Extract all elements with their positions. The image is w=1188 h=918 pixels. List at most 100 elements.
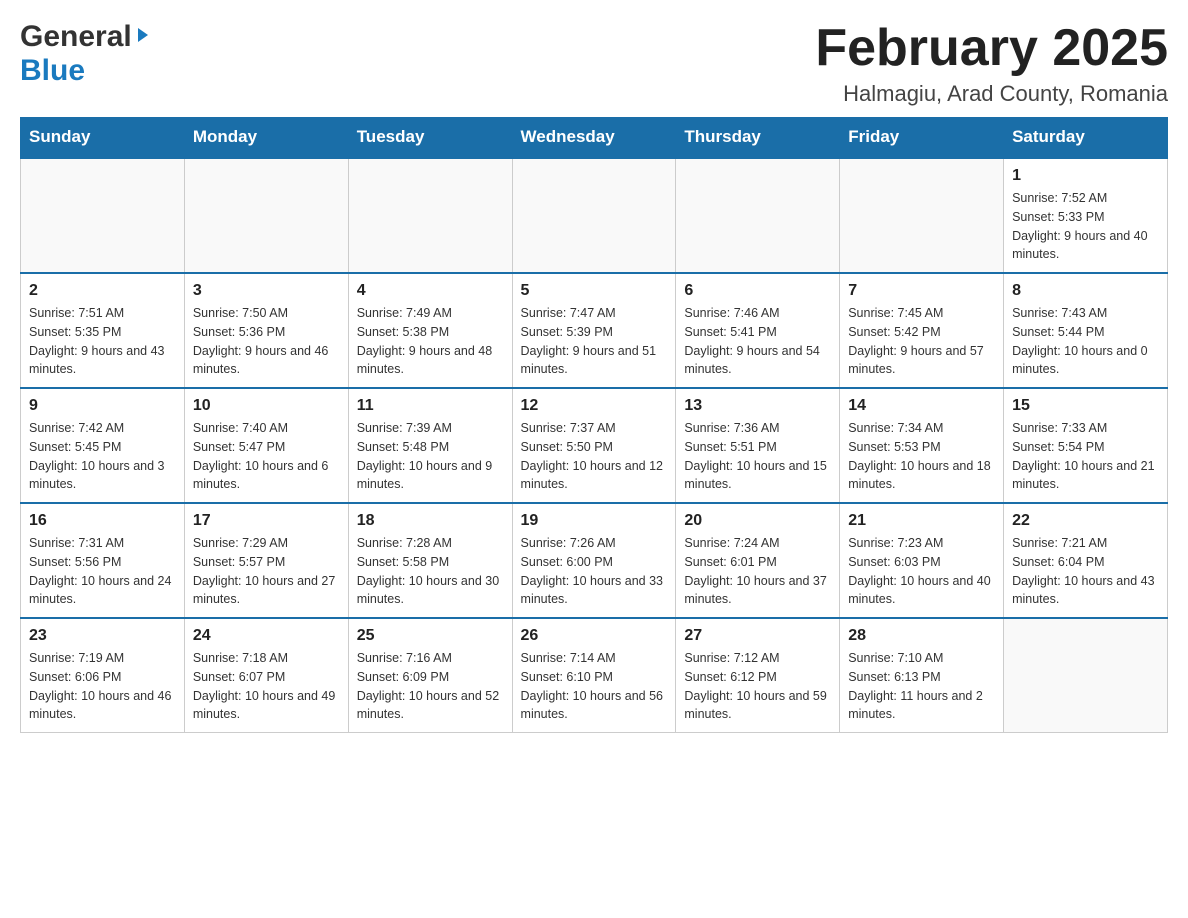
day-number: 14 [848, 397, 995, 415]
calendar-cell: 8 Sunrise: 7:43 AMSunset: 5:44 PMDaylight… [1004, 273, 1168, 388]
day-info: Sunrise: 7:31 AMSunset: 5:56 PMDaylight:… [29, 534, 176, 609]
day-info: Sunrise: 7:51 AMSunset: 5:35 PMDaylight:… [29, 304, 176, 379]
calendar-week-5: 23Sunrise: 7:19 AMSunset: 6:06 PMDayligh… [21, 618, 1168, 733]
day-number: 7 [848, 282, 995, 300]
day-number: 21 [848, 512, 995, 530]
calendar-cell: 5 Sunrise: 7:47 AMSunset: 5:39 PMDaylight… [512, 273, 676, 388]
day-info: Sunrise: 7:39 AMSunset: 5:48 PMDaylight:… [357, 419, 504, 494]
calendar-subtitle: Halmagiu, Arad County, Romania [815, 81, 1168, 107]
day-info: Sunrise: 7:23 AMSunset: 6:03 PMDaylight:… [848, 534, 995, 609]
calendar-cell: 6Sunrise: 7:46 AMSunset: 5:41 PMDaylight… [676, 273, 840, 388]
day-info: Sunrise: 7:18 AMSunset: 6:07 PMDaylight:… [193, 649, 340, 724]
day-info: Sunrise: 7:36 AMSunset: 5:51 PMDaylight:… [684, 419, 831, 494]
page-header: General Blue February 2025 Halmagiu, Ara… [20, 20, 1168, 107]
logo-general: General [20, 20, 132, 54]
logo: General Blue [20, 20, 152, 88]
calendar-cell: 20Sunrise: 7:24 AMSunset: 6:01 PMDayligh… [676, 503, 840, 618]
column-header-friday: Friday [840, 117, 1004, 158]
day-info: Sunrise: 7:19 AMSunset: 6:06 PMDaylight:… [29, 649, 176, 724]
calendar-week-2: 2 Sunrise: 7:51 AMSunset: 5:35 PMDaylight… [21, 273, 1168, 388]
calendar-cell: 13 Sunrise: 7:36 AMSunset: 5:51 PMDayligh… [676, 388, 840, 503]
logo-arrow-icon [134, 26, 152, 49]
day-info: Sunrise: 7:37 AMSunset: 5:50 PMDaylight:… [521, 419, 668, 494]
logo-blue: Blue [20, 54, 85, 88]
day-number: 22 [1012, 512, 1159, 530]
day-info: Sunrise: 7:33 AMSunset: 5:54 PMDaylight:… [1012, 419, 1159, 494]
title-block: February 2025 Halmagiu, Arad County, Rom… [815, 20, 1168, 107]
calendar-cell [184, 158, 348, 273]
calendar-cell: 10 Sunrise: 7:40 AMSunset: 5:47 PMDayligh… [184, 388, 348, 503]
day-number: 28 [848, 627, 995, 645]
day-info: Sunrise: 7:16 AMSunset: 6:09 PMDaylight:… [357, 649, 504, 724]
calendar-cell [21, 158, 185, 273]
column-header-wednesday: Wednesday [512, 117, 676, 158]
calendar-cell [840, 158, 1004, 273]
day-number: 2 [29, 282, 176, 300]
column-header-monday: Monday [184, 117, 348, 158]
calendar-cell [676, 158, 840, 273]
day-info: Sunrise: 7:14 AMSunset: 6:10 PMDaylight:… [521, 649, 668, 724]
calendar-cell: 18 Sunrise: 7:28 AMSunset: 5:58 PMDayligh… [348, 503, 512, 618]
day-info: Sunrise: 7:10 AMSunset: 6:13 PMDaylight:… [848, 649, 995, 724]
calendar-cell: 2 Sunrise: 7:51 AMSunset: 5:35 PMDaylight… [21, 273, 185, 388]
day-info: Sunrise: 7:26 AMSunset: 6:00 PMDaylight:… [521, 534, 668, 609]
calendar-cell: 25 Sunrise: 7:16 AMSunset: 6:09 PMDayligh… [348, 618, 512, 733]
calendar-cell [348, 158, 512, 273]
calendar-cell: 24 Sunrise: 7:18 AMSunset: 6:07 PMDayligh… [184, 618, 348, 733]
calendar-week-3: 9 Sunrise: 7:42 AMSunset: 5:45 PMDaylight… [21, 388, 1168, 503]
day-number: 26 [521, 627, 668, 645]
calendar-cell: 4 Sunrise: 7:49 AMSunset: 5:38 PMDaylight… [348, 273, 512, 388]
day-number: 12 [521, 397, 668, 415]
day-info: Sunrise: 7:46 AMSunset: 5:41 PMDaylight:… [684, 304, 831, 379]
calendar-cell: 15 Sunrise: 7:33 AMSunset: 5:54 PMDayligh… [1004, 388, 1168, 503]
calendar-cell: 14 Sunrise: 7:34 AMSunset: 5:53 PMDayligh… [840, 388, 1004, 503]
calendar-week-4: 16 Sunrise: 7:31 AMSunset: 5:56 PMDayligh… [21, 503, 1168, 618]
calendar-cell: 7Sunrise: 7:45 AMSunset: 5:42 PMDaylight… [840, 273, 1004, 388]
day-info: Sunrise: 7:49 AMSunset: 5:38 PMDaylight:… [357, 304, 504, 379]
calendar-cell: 28 Sunrise: 7:10 AMSunset: 6:13 PMDayligh… [840, 618, 1004, 733]
calendar-cell: 11 Sunrise: 7:39 AMSunset: 5:48 PMDayligh… [348, 388, 512, 503]
column-header-sunday: Sunday [21, 117, 185, 158]
day-number: 25 [357, 627, 504, 645]
column-header-thursday: Thursday [676, 117, 840, 158]
day-number: 9 [29, 397, 176, 415]
day-number: 15 [1012, 397, 1159, 415]
day-info: Sunrise: 7:47 AMSunset: 5:39 PMDaylight:… [521, 304, 668, 379]
day-info: Sunrise: 7:43 AMSunset: 5:44 PMDaylight:… [1012, 304, 1159, 379]
day-number: 19 [521, 512, 668, 530]
calendar-cell [512, 158, 676, 273]
day-number: 4 [357, 282, 504, 300]
calendar-cell: 12 Sunrise: 7:37 AMSunset: 5:50 PMDayligh… [512, 388, 676, 503]
day-number: 3 [193, 282, 340, 300]
day-number: 16 [29, 512, 176, 530]
day-info: Sunrise: 7:34 AMSunset: 5:53 PMDaylight:… [848, 419, 995, 494]
column-header-tuesday: Tuesday [348, 117, 512, 158]
calendar-title: February 2025 [815, 20, 1168, 77]
day-info: Sunrise: 7:21 AMSunset: 6:04 PMDaylight:… [1012, 534, 1159, 609]
day-number: 13 [684, 397, 831, 415]
calendar-cell: 9 Sunrise: 7:42 AMSunset: 5:45 PMDaylight… [21, 388, 185, 503]
calendar-cell [1004, 618, 1168, 733]
day-number: 1 [1012, 167, 1159, 185]
day-info: Sunrise: 7:52 AMSunset: 5:33 PMDaylight:… [1012, 189, 1159, 264]
day-number: 5 [521, 282, 668, 300]
calendar-cell: 21 Sunrise: 7:23 AMSunset: 6:03 PMDayligh… [840, 503, 1004, 618]
calendar-table: SundayMondayTuesdayWednesdayThursdayFrid… [20, 117, 1168, 733]
day-info: Sunrise: 7:28 AMSunset: 5:58 PMDaylight:… [357, 534, 504, 609]
calendar-cell: 19 Sunrise: 7:26 AMSunset: 6:00 PMDayligh… [512, 503, 676, 618]
calendar-cell: 23Sunrise: 7:19 AMSunset: 6:06 PMDayligh… [21, 618, 185, 733]
calendar-cell: 27Sunrise: 7:12 AMSunset: 6:12 PMDayligh… [676, 618, 840, 733]
day-number: 8 [1012, 282, 1159, 300]
day-info: Sunrise: 7:42 AMSunset: 5:45 PMDaylight:… [29, 419, 176, 494]
day-number: 24 [193, 627, 340, 645]
day-number: 10 [193, 397, 340, 415]
calendar-cell: 16 Sunrise: 7:31 AMSunset: 5:56 PMDayligh… [21, 503, 185, 618]
column-header-saturday: Saturday [1004, 117, 1168, 158]
day-number: 11 [357, 397, 504, 415]
day-number: 18 [357, 512, 504, 530]
day-info: Sunrise: 7:29 AMSunset: 5:57 PMDaylight:… [193, 534, 340, 609]
calendar-cell: 22 Sunrise: 7:21 AMSunset: 6:04 PMDayligh… [1004, 503, 1168, 618]
calendar-header-row: SundayMondayTuesdayWednesdayThursdayFrid… [21, 117, 1168, 158]
day-info: Sunrise: 7:50 AMSunset: 5:36 PMDaylight:… [193, 304, 340, 379]
day-info: Sunrise: 7:40 AMSunset: 5:47 PMDaylight:… [193, 419, 340, 494]
